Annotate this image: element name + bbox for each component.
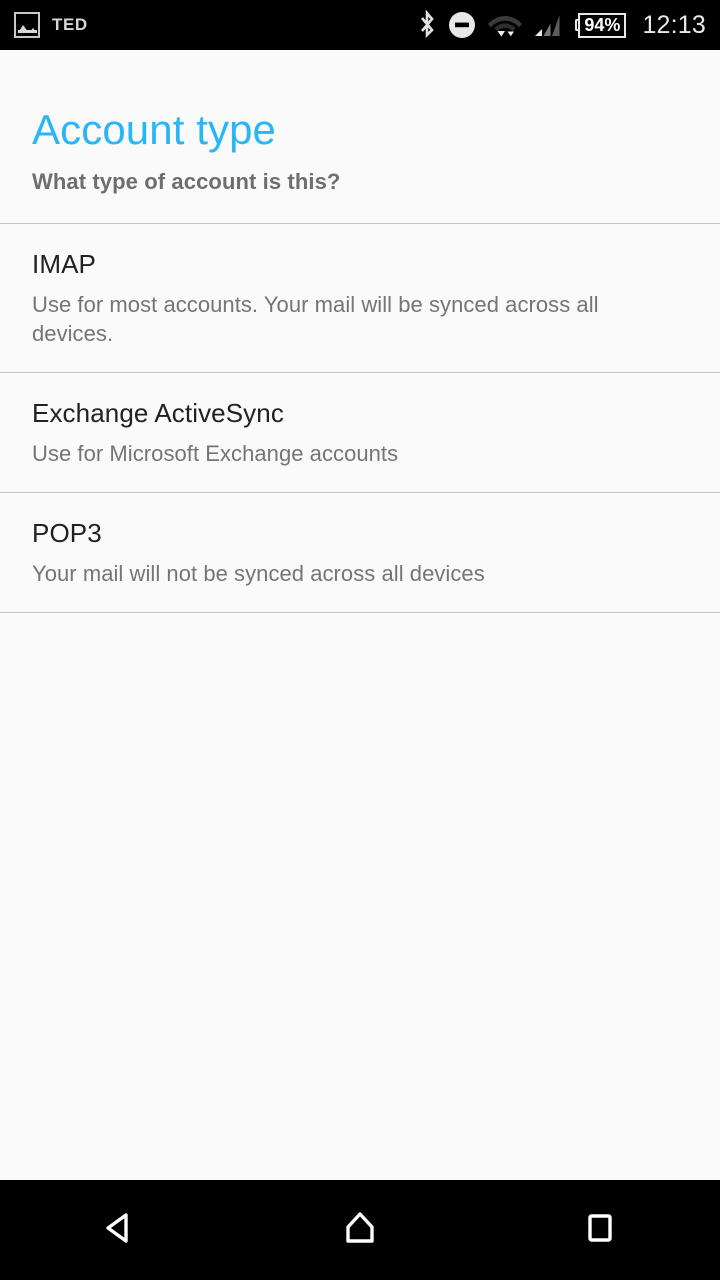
account-type-list: IMAP Use for most accounts. Your mail wi…: [0, 223, 720, 613]
home-button[interactable]: [290, 1180, 430, 1280]
list-item-description: Use for Microsoft Exchange accounts: [32, 440, 399, 466]
divider: [0, 611, 720, 613]
home-icon: [338, 1206, 382, 1255]
navigation-bar: [0, 1180, 720, 1280]
list-item-description: Your mail will not be synced across all …: [32, 560, 485, 586]
battery-body: 94%: [578, 12, 627, 38]
status-bar: TED 94% 12:13: [0, 0, 720, 50]
status-bar-clock: 12:13: [642, 10, 706, 39]
wifi-icon: [487, 10, 523, 40]
do-not-disturb-icon: [448, 11, 476, 39]
page-title: Account type: [32, 106, 277, 153]
back-button[interactable]: [50, 1180, 190, 1280]
main-content: Account type What type of account is thi…: [0, 50, 720, 1230]
list-item-exchange-activesync[interactable]: Exchange ActiveSync Use for Microsoft Ex…: [0, 373, 720, 492]
list-item-title: Exchange ActiveSync: [32, 398, 284, 429]
back-icon: [98, 1206, 142, 1255]
recents-button[interactable]: [530, 1180, 670, 1280]
list-item-title: IMAP: [32, 249, 96, 280]
list-item-pop3[interactable]: POP3 Your mail will not be synced across…: [0, 493, 720, 612]
status-bar-left: TED: [0, 12, 88, 38]
cellular-signal-icon: [534, 10, 564, 40]
page-subtitle: What type of account is this?: [32, 169, 341, 195]
status-bar-right: 94% 12:13: [417, 10, 720, 40]
bluetooth-icon: [417, 10, 437, 40]
battery-percent-label: 94%: [584, 15, 621, 35]
list-item-imap[interactable]: IMAP Use for most accounts. Your mail wi…: [0, 224, 720, 372]
page-header: Account type What type of account is thi…: [0, 50, 720, 195]
list-item-description: Use for most accounts. Your mail will be…: [32, 291, 599, 347]
photo-icon: [14, 12, 40, 38]
list-item-title: POP3: [32, 517, 102, 548]
battery-indicator: 94%: [575, 12, 627, 38]
status-bar-app-label: TED: [52, 15, 88, 34]
recents-icon: [578, 1206, 622, 1255]
